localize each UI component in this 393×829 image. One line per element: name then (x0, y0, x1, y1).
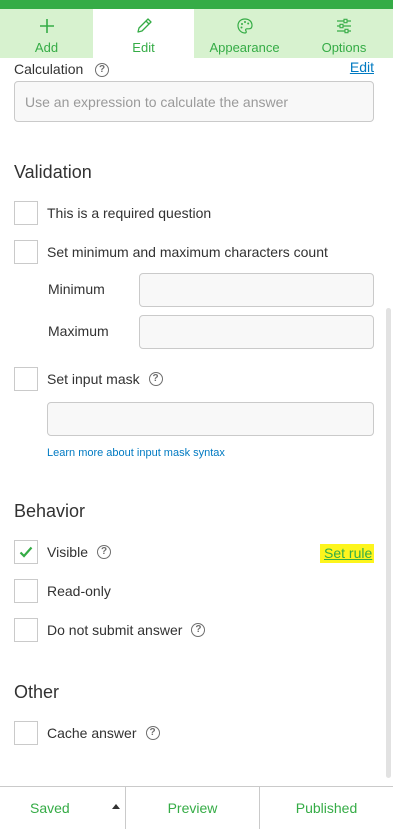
calculation-edit-link[interactable]: Edit (350, 59, 374, 75)
input-mask-checkbox[interactable] (14, 367, 38, 391)
caret-up-icon[interactable] (112, 804, 120, 809)
do-not-submit-row: Do not submit answer ? (14, 618, 206, 642)
validation-title: Validation (14, 162, 92, 182)
minimum-input[interactable] (139, 273, 374, 307)
help-icon[interactable]: ? (97, 545, 111, 559)
help-icon[interactable]: ? (191, 623, 206, 637)
minimum-label: Minimum (48, 281, 105, 297)
tab-label: Add (34, 40, 59, 55)
readonly-label: Read-only (47, 583, 111, 599)
help-icon[interactable]: ? (148, 372, 163, 386)
calculation-row: Calculation ? Edit (14, 59, 374, 81)
set-rule-link[interactable]: Set rule (320, 544, 375, 563)
top-accent-bar (0, 0, 393, 9)
visible-label: Visible (47, 544, 88, 560)
published-label: Published (295, 800, 358, 816)
help-icon[interactable]: ? (95, 63, 109, 77)
scrollbar[interactable] (386, 308, 391, 778)
saved-button[interactable]: Saved (0, 787, 126, 829)
visible-checkbox[interactable] (14, 540, 38, 564)
preview-label: Preview (167, 800, 218, 816)
tab-add[interactable]: Add (0, 9, 93, 58)
tab-label: Options (321, 40, 367, 55)
properties-panel: Calculation ? Edit Use an expression to … (0, 58, 393, 786)
learn-more-link[interactable]: Learn more about input mask syntax (47, 447, 225, 459)
published-button[interactable]: Published (260, 787, 393, 829)
tab-label: Edit (132, 40, 155, 55)
checkmark-icon (19, 546, 33, 558)
do-not-submit-label: Do not submit answer (47, 622, 183, 638)
saved-label: Saved (30, 800, 70, 816)
behavior-title: Behavior (14, 501, 86, 521)
tab-options[interactable]: Options (295, 9, 393, 58)
tab-appearance[interactable]: Appearance (194, 9, 295, 58)
maximum-label: Maximum (48, 323, 109, 339)
readonly-row: Read-only (14, 579, 111, 603)
minmax-checkbox[interactable] (14, 240, 38, 264)
calculation-input[interactable]: Use an expression to calculate the answe… (14, 81, 374, 122)
footer-bar: Saved Preview Published (0, 786, 393, 829)
minmax-label: Set minimum and maximum characters count (47, 244, 328, 260)
cache-answer-label: Cache answer (47, 725, 137, 741)
tab-bar: Add Edit Appearance Options (0, 9, 393, 58)
other-title: Other (14, 682, 60, 702)
input-mask-field[interactable] (47, 402, 374, 436)
required-checkbox[interactable] (14, 201, 38, 225)
sliders-icon (335, 16, 353, 36)
palette-icon (236, 16, 254, 36)
minmax-row: Set minimum and maximum characters count (14, 240, 328, 264)
input-mask-label: Set input mask (47, 371, 140, 387)
maximum-input[interactable] (139, 315, 374, 349)
help-icon[interactable]: ? (145, 726, 160, 740)
calculation-label: Calculation (14, 61, 84, 77)
cache-answer-row: Cache answer ? (14, 721, 160, 745)
required-label: This is a required question (47, 205, 212, 221)
do-not-submit-checkbox[interactable] (14, 618, 38, 642)
cache-answer-checkbox[interactable] (14, 721, 38, 745)
readonly-checkbox[interactable] (14, 579, 38, 603)
tab-label: Appearance (209, 40, 280, 55)
tab-edit[interactable]: Edit (93, 9, 194, 58)
plus-icon (39, 16, 55, 36)
required-row: This is a required question (14, 201, 211, 225)
input-mask-row: Set input mask ? (14, 367, 163, 391)
preview-button[interactable]: Preview (126, 787, 260, 829)
pencil-icon (135, 16, 153, 36)
visible-row: Visible ? (14, 540, 111, 564)
